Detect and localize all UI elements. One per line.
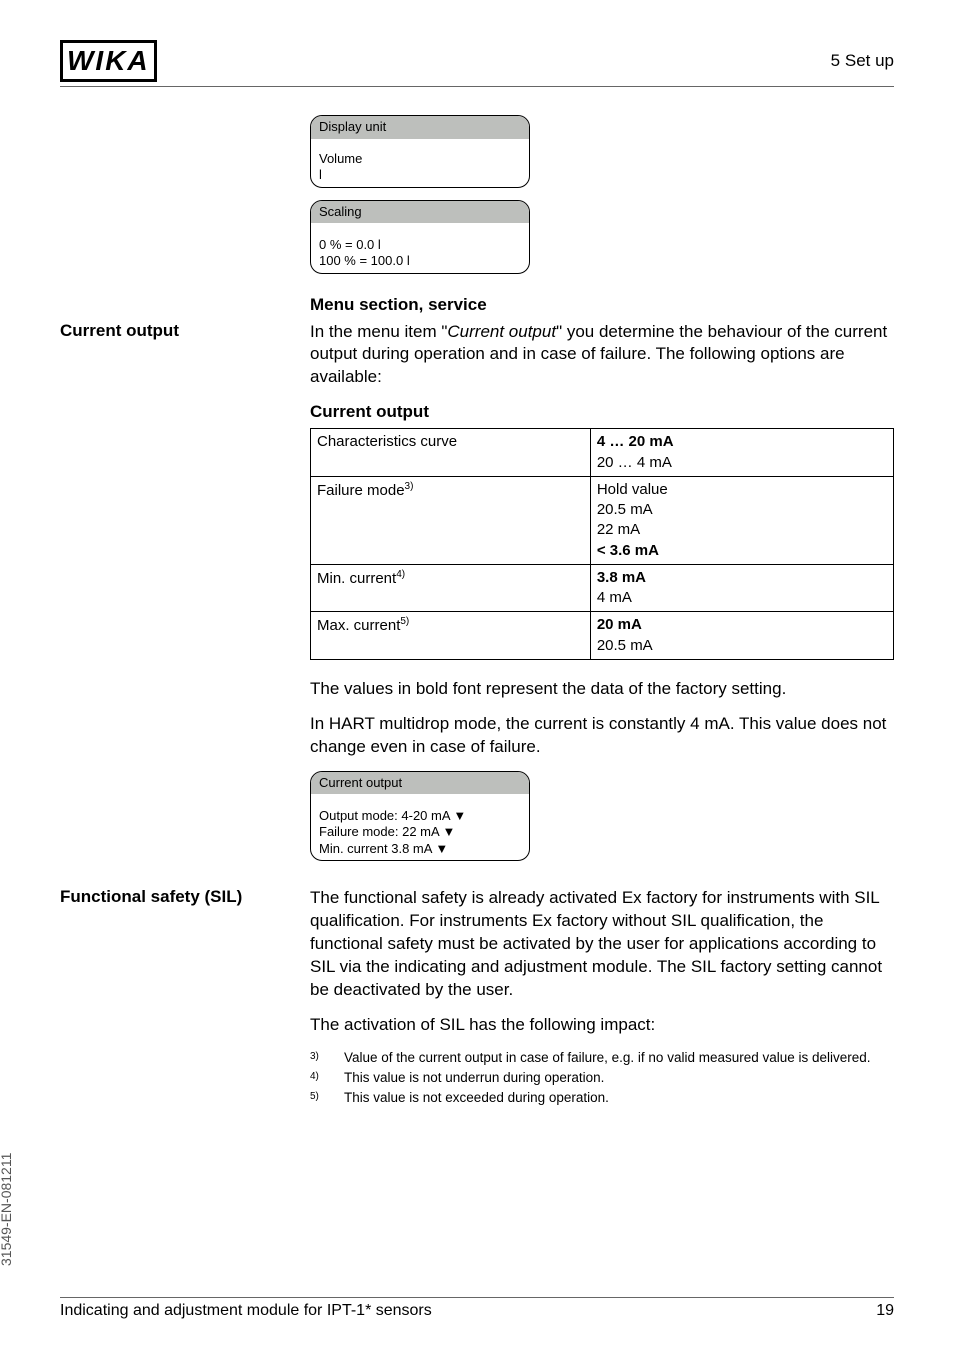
footnote-ref-icon: 5) (400, 616, 409, 627)
footnote-text: This value is not underrun during operat… (344, 1069, 604, 1087)
lcd-display-unit: Display unit Volume l (310, 115, 530, 188)
footnote: 3) Value of the current output in case o… (310, 1049, 894, 1067)
page-number: 19 (876, 1302, 894, 1320)
menu-section-heading: Menu section, service (310, 294, 894, 317)
table-value: 20.5 mA (597, 501, 653, 518)
table-value: 3.8 mA (597, 569, 646, 586)
table-value: 4 … 20 mA (597, 433, 674, 450)
lcd-value: Min. current 3.8 mA ▼ (319, 841, 521, 857)
table-cell: Hold value 20.5 mA 22 mA < 3.6 mA (590, 476, 893, 564)
body-text: In HART multidrop mode, the current is c… (310, 713, 894, 759)
table-value: Failure mode (317, 482, 405, 499)
page-footer: Indicating and adjustment module for IPT… (60, 1297, 894, 1320)
table-value: 4 mA (597, 589, 632, 606)
table-row: Max. current5) 20 mA 20.5 mA (311, 612, 894, 660)
lcd-value: l (319, 167, 521, 183)
footnote: 5) This value is not exceeded during ope… (310, 1089, 894, 1107)
footnote: 4) This value is not underrun during ope… (310, 1069, 894, 1087)
table-row: Characteristics curve 4 … 20 mA 20 … 4 m… (311, 429, 894, 477)
table-value: Max. current (317, 617, 400, 634)
lcd-current-output: Current output Output mode: 4-20 mA ▼ Fa… (310, 771, 530, 861)
body-text: The functional safety is already activat… (310, 887, 894, 1002)
table-row: Failure mode3) Hold value 20.5 mA 22 mA … (311, 476, 894, 564)
brand-logo: WIKA (60, 40, 157, 82)
brand-logo-text: WIKA (60, 40, 157, 82)
lcd-value: Volume (319, 151, 521, 167)
current-output-table: Characteristics curve 4 … 20 mA 20 … 4 m… (310, 428, 894, 660)
current-output-intro: In the menu item "Current output" you de… (310, 321, 894, 390)
lcd-title: Current output (311, 772, 529, 795)
table-row: Min. current4) 3.8 mA 4 mA (311, 564, 894, 612)
table-cell: Max. current5) (311, 612, 591, 660)
footer-title: Indicating and adjustment module for IPT… (60, 1302, 432, 1320)
table-title: Current output (310, 401, 894, 424)
footnotes: 3) Value of the current output in case o… (310, 1049, 894, 1108)
footnote-number: 4) (310, 1069, 324, 1087)
table-cell: Characteristics curve (311, 429, 591, 477)
table-cell: Failure mode3) (311, 476, 591, 564)
footnote-text: This value is not exceeded during operat… (344, 1089, 609, 1107)
table-cell: 4 … 20 mA 20 … 4 mA (590, 429, 893, 477)
section-title: 5 Set up (831, 51, 894, 71)
footnote-number: 3) (310, 1049, 324, 1067)
document-id: 31549-EN-081211 (0, 1153, 14, 1266)
table-value: 22 mA (597, 521, 640, 538)
table-value: Hold value (597, 481, 668, 498)
sidebar-label-current-output: Current output (60, 321, 310, 341)
body-text: The activation of SIL has the following … (310, 1014, 894, 1037)
lcd-title: Scaling (311, 201, 529, 224)
table-value: 20 … 4 mA (597, 454, 672, 471)
lcd-value: 0 % = 0.0 l (319, 237, 521, 253)
table-value: < 3.6 mA (597, 542, 659, 559)
page-header: WIKA 5 Set up (60, 40, 894, 87)
table-cell: 20 mA 20.5 mA (590, 612, 893, 660)
lcd-title: Display unit (311, 116, 529, 139)
footnote-ref-icon: 4) (396, 569, 405, 580)
lcd-scaling: Scaling 0 % = 0.0 l 100 % = 100.0 l (310, 200, 530, 274)
lcd-value: 100 % = 100.0 l (319, 253, 521, 269)
lcd-group: Display unit Volume l Scaling 0 % = 0.0 … (310, 115, 894, 274)
footnote-text: Value of the current output in case of f… (344, 1049, 871, 1067)
lcd-value: Failure mode: 22 mA ▼ (319, 824, 521, 840)
table-cell: 3.8 mA 4 mA (590, 564, 893, 612)
lcd-value: Output mode: 4-20 mA ▼ (319, 808, 521, 824)
table-value: Min. current (317, 570, 396, 587)
footnote-number: 5) (310, 1089, 324, 1107)
footnote-ref-icon: 3) (405, 481, 414, 492)
body-text: The values in bold font represent the da… (310, 678, 894, 701)
table-cell: Min. current4) (311, 564, 591, 612)
table-value: 20.5 mA (597, 637, 653, 654)
sidebar-label-functional-safety: Functional safety (SIL) (60, 887, 310, 907)
table-value: 20 mA (597, 616, 642, 633)
